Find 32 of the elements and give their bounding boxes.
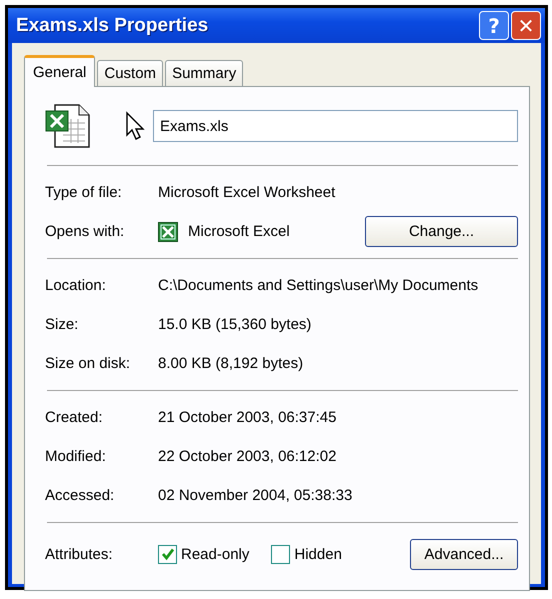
field-value: 15.0 KB (15,360 bytes) [158,316,312,333]
tab[interactable]: Summary [165,60,244,86]
field-label: Created: [45,409,104,426]
field-value: Microsoft Excel Worksheet [158,184,336,201]
tab[interactable]: General [24,55,96,87]
checkbox[interactable] [158,544,177,564]
spreadsheet-app-icon [158,222,178,242]
checkbox-label[interactable]: Hidden [294,546,342,562]
field-label: Location: [45,277,107,294]
field-value: Microsoft Excel [188,223,290,240]
checkbox[interactable] [271,544,290,564]
field-value: 22 October 2003, 06:12:02 [158,448,336,465]
advanced-button[interactable]: Advanced... [410,538,518,570]
field-label: Opens with: [45,223,126,240]
window-title: Exams.xls Properties [16,14,210,36]
field-label: Attributes: [45,546,114,562]
checkbox-label[interactable]: Read-only [181,546,250,562]
field-label: Size on disk: [45,355,132,372]
field-value: 02 November 2004, 05:38:33 [158,487,352,504]
tab[interactable]: Custom [97,60,164,86]
file-name-field[interactable]: Exams.xls [153,110,518,142]
field-label: Size: [45,316,80,333]
help-button[interactable]: ? [479,11,509,40]
field-value: 21 October 2003, 06:37:45 [158,409,336,426]
change-button[interactable]: Change... [365,216,518,247]
field-label: Modified: [45,448,107,465]
close-button[interactable]: ✕ [511,11,541,40]
field-value: C:\Documents and Settings\user\My Documents [158,277,478,294]
mouse-pointer-icon [125,111,145,141]
field-label: Type of file: [45,184,123,201]
field-label: Accessed: [45,487,116,504]
field-value: 8.00 KB (8,192 bytes) [158,355,304,372]
